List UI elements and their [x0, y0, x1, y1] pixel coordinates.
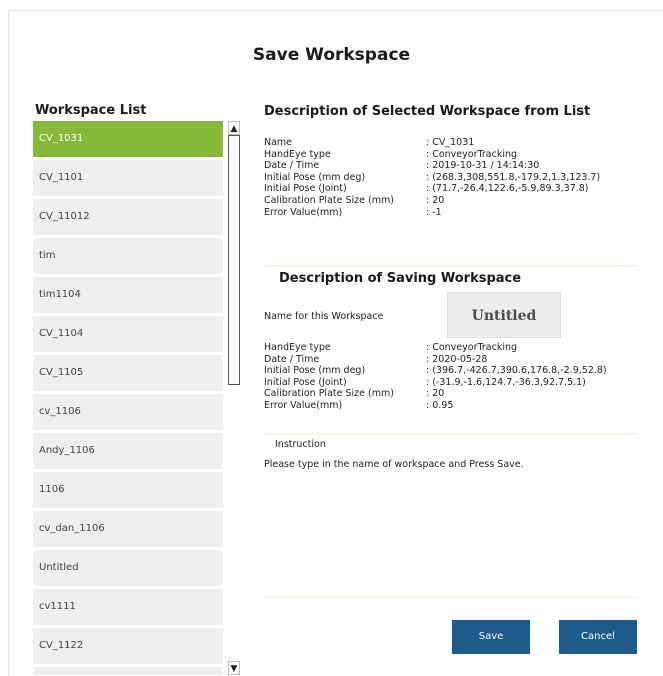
detail-key: Date / Time: [264, 353, 320, 365]
workspace-name-label: Name for this Workspace: [264, 311, 384, 322]
detail-key: Initial Pose (mm deg): [264, 171, 366, 183]
detail-value: : (-31.9,-1.6,124.7,-36.3,92.7,5.1): [426, 376, 586, 388]
list-item[interactable]: cv_dan_1106: [33, 511, 223, 547]
saving-desc-title: Description of Saving Workspace: [279, 271, 522, 286]
list-item[interactable]: CV_1104: [33, 316, 223, 352]
selected-desc-details: Name : CV_1031 HandEye type : ConveyorTrac…: [264, 137, 600, 218]
detail-key: Calibration Plate Size (mm): [264, 194, 394, 206]
detail-value: : 20: [426, 194, 445, 206]
divider: [264, 433, 638, 434]
divider: [264, 597, 638, 598]
list-item[interactable]: tim1104: [33, 277, 223, 313]
dialog-title: Save Workspace: [252, 45, 411, 65]
instruction-label: Instruction: [275, 439, 326, 450]
detail-key: Initial Pose (Joint): [264, 183, 347, 195]
detail-key: Initial Pose (mm deg): [264, 365, 366, 377]
triangle-up-icon[interactable]: ▲: [228, 121, 240, 135]
workspace-list-title: Workspace List: [35, 103, 147, 118]
selected-desc-title: Description of Selected Workspace from L…: [264, 104, 591, 119]
list-item[interactable]: [33, 667, 223, 675]
detail-key: Initial Pose (Joint): [264, 376, 347, 388]
list-item[interactable]: cv_1106: [33, 394, 223, 430]
detail-key: HandEye type: [264, 342, 331, 353]
detail-value: : 2019-10-31 / 14:14:30: [426, 160, 540, 172]
detail-value: : 2020-05-28: [426, 353, 488, 365]
detail-key: Calibration Plate Size (mm): [264, 388, 394, 400]
list-item[interactable]: CV_1101: [33, 160, 223, 196]
detail-value: : -1: [426, 206, 442, 218]
list-scrollbar[interactable]: ▲ ▼: [228, 121, 241, 675]
list-item[interactable]: CV_1122: [33, 628, 223, 664]
detail-key: Date / Time: [264, 160, 320, 172]
list-item[interactable]: 1106: [33, 472, 223, 508]
triangle-down-icon[interactable]: ▼: [228, 661, 240, 675]
list-item[interactable]: CV_1031: [33, 121, 223, 157]
workspace-name-input[interactable]: Untitled: [447, 292, 561, 338]
detail-value: : ConveyorTracking: [426, 148, 518, 160]
detail-value: : 0.95: [426, 399, 454, 411]
workspace-list: CV_1031 CV_1101 CV_11012 tim tim1104 CV_…: [33, 121, 223, 675]
list-item[interactable]: tim: [33, 238, 223, 274]
list-item[interactable]: CV_1105: [33, 355, 223, 391]
list-item[interactable]: CV_11012: [33, 199, 223, 235]
list-item[interactable]: cv1111: [33, 589, 223, 625]
instruction-text: Please type in the name of workspace and…: [264, 459, 524, 470]
detail-key: HandEye type: [264, 148, 331, 160]
detail-value: : 20: [426, 388, 445, 400]
divider: [264, 265, 638, 266]
saving-desc-details: HandEye type : ConveyorTracking Date / Ti…: [264, 342, 607, 412]
list-item[interactable]: Andy_1106: [33, 433, 223, 469]
detail-value: : (396.7,-426.7,390.6,176.8,-2.9,52.8): [426, 365, 607, 377]
detail-value: : ConveyorTracking: [426, 342, 518, 353]
detail-value: : (71.7,-26.4,122.6,-5.9,89.3,37.8): [426, 183, 589, 195]
detail-key: Error Value(mm): [264, 399, 343, 411]
scroll-thumb[interactable]: [228, 135, 240, 385]
detail-key: Name: [264, 137, 293, 148]
save-button[interactable]: Save: [452, 620, 530, 654]
cancel-button[interactable]: Cancel: [559, 620, 637, 654]
detail-value: : CV_1031: [426, 137, 475, 148]
list-item[interactable]: Untitled: [33, 550, 223, 586]
detail-value: : (268.3,308,551.8,-179.2,1.3,123.7): [426, 171, 601, 183]
detail-key: Error Value(mm): [264, 206, 343, 218]
